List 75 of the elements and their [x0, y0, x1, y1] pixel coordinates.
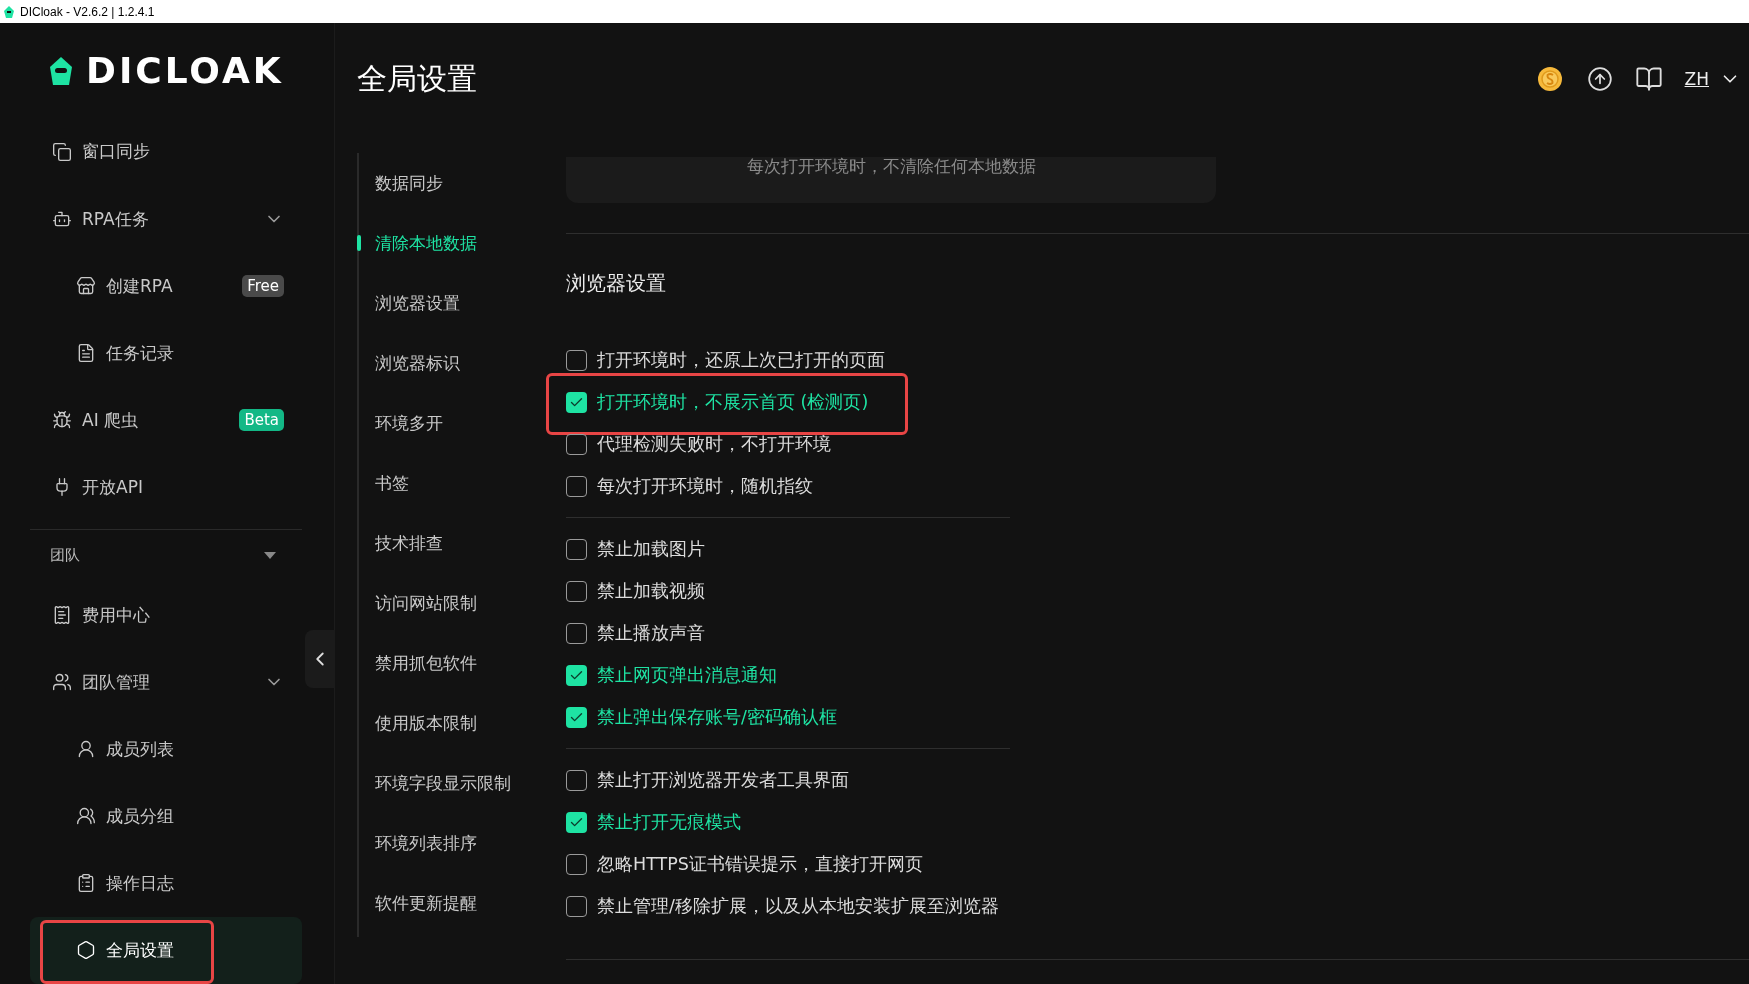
checkbox[interactable] — [566, 895, 587, 917]
checkbox[interactable] — [566, 349, 587, 371]
checkbox[interactable] — [566, 622, 587, 644]
settings-nav-item[interactable]: 浏览器标识 — [359, 333, 566, 393]
nav-icon — [76, 276, 96, 297]
settings-nav-item[interactable]: 使用版本限制 — [359, 693, 566, 753]
checkbox[interactable] — [566, 433, 587, 455]
checkbox[interactable] — [566, 580, 587, 602]
nav-icon — [76, 873, 96, 894]
checkbox-option[interactable]: 禁止加载视频 — [566, 570, 705, 612]
settings-nav-item[interactable]: 软件更新提醒 — [359, 873, 566, 933]
window-title: DICloak - V2.6.2 | 1.2.4.1 — [20, 4, 155, 19]
checkbox-option[interactable]: 禁止打开无痕模式 — [566, 801, 741, 843]
collapse-button[interactable] — [305, 630, 335, 688]
checkbox[interactable] — [566, 475, 587, 497]
checkbox-option[interactable]: 忽略HTTPS证书错误提示，直接打开网页 — [566, 843, 923, 885]
nav-icon — [52, 141, 72, 162]
settings-nav-item[interactable]: 数据同步 — [359, 153, 566, 213]
nav-icon — [76, 940, 96, 961]
sidebar-item[interactable]: 创建RPA Free — [30, 252, 302, 320]
settings-nav-item[interactable]: 技术排查 — [359, 513, 566, 573]
checkbox-option[interactable]: 打开环境时，还原上次已打开的页面 — [566, 339, 885, 381]
settings-nav-item[interactable]: 禁用抓包软件 — [359, 633, 566, 693]
nav-icon — [52, 410, 72, 431]
checkbox-option[interactable]: 禁止打开浏览器开发者工具界面 — [566, 759, 849, 801]
checkbox[interactable] — [566, 769, 587, 791]
settings-nav-item[interactable]: 书签 — [359, 453, 566, 513]
settings-nav-item[interactable]: 浏览器设置 — [359, 273, 566, 333]
checkbox[interactable] — [566, 664, 587, 686]
sidebar-item[interactable]: 任务记录 — [30, 319, 302, 387]
language-selector[interactable]: ZH — [1684, 68, 1741, 90]
nav-icon — [52, 672, 72, 693]
settings-nav-item[interactable]: 访问网站限制 — [359, 573, 566, 633]
sidebar-item[interactable]: 成员列表 — [30, 715, 302, 783]
section-title: 浏览器设置 — [566, 270, 667, 297]
settings-nav-item[interactable]: 环境多开 — [359, 393, 566, 453]
checkbox[interactable] — [566, 853, 587, 875]
badge: Beta — [239, 409, 284, 432]
checkbox[interactable] — [566, 538, 587, 560]
upload-icon[interactable] — [1586, 66, 1613, 92]
nav-icon — [76, 806, 96, 827]
page-title: 全局设置 — [357, 59, 478, 98]
app-icon — [2, 4, 16, 19]
nav-icon — [76, 343, 96, 364]
sidebar-item[interactable]: 开放API — [30, 453, 302, 521]
badge: Free — [242, 275, 284, 298]
settings-nav-item[interactable]: 清除本地数据 — [359, 213, 566, 273]
checkbox-option[interactable]: 禁止弹出保存账号/密码确认框 — [566, 696, 837, 738]
checkbox[interactable] — [566, 706, 587, 728]
sidebar-item[interactable]: 窗口同步 — [30, 118, 302, 186]
section-label: 团队 — [50, 546, 81, 566]
checkbox-option[interactable]: 禁止管理/移除扩展，以及从本地安装扩展至浏览器 — [566, 885, 999, 927]
checkbox-option[interactable]: 禁止加载图片 — [566, 528, 705, 570]
checkbox[interactable] — [566, 811, 587, 833]
option-text: 每次打开环境时，不清除任何本地数据 — [746, 155, 1036, 178]
settings-nav-item[interactable]: 环境列表排序 — [359, 813, 566, 873]
checkbox-option[interactable]: 打开环境时，不展示首页 (检测页) — [566, 381, 869, 423]
nav-icon — [52, 605, 72, 626]
sidebar-item[interactable]: 全局设置 — [30, 916, 302, 984]
checkbox-option[interactable]: 每次打开环境时，随机指纹 — [566, 465, 813, 507]
sidebar-item[interactable]: RPA任务 — [30, 185, 302, 253]
sidebar-item[interactable]: 操作日志 — [30, 849, 302, 917]
settings-nav-item[interactable]: 环境字段显示限制 — [359, 753, 566, 813]
sidebar-item[interactable]: AI 爬虫 Beta — [30, 386, 302, 454]
checkbox-option[interactable]: 禁止网页弹出消息通知 — [566, 654, 777, 696]
checkbox-option[interactable]: 代理检测失败时，不打开环境 — [566, 423, 831, 465]
logo-text: DICLOAK — [86, 50, 284, 92]
nav-icon — [52, 209, 72, 229]
sidebar-item[interactable]: 费用中心 — [30, 581, 302, 649]
sidebar-item[interactable]: 成员分组 — [30, 782, 302, 850]
nav-icon — [76, 739, 96, 760]
checkbox-option[interactable]: 禁止播放声音 — [566, 612, 705, 654]
sidebar-item[interactable]: 团队管理 — [30, 648, 302, 716]
book-icon[interactable] — [1634, 65, 1663, 93]
checkbox[interactable] — [566, 391, 587, 413]
